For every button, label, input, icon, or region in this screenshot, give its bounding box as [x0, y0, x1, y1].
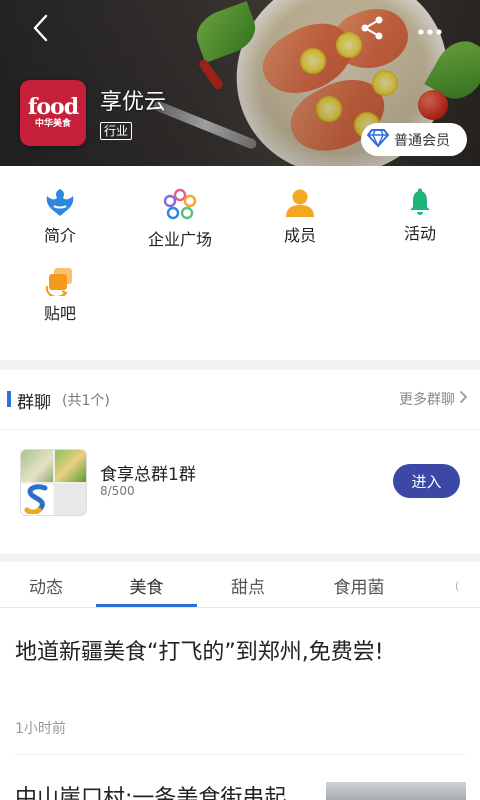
feature-label: 活动	[403, 224, 436, 243]
back-button[interactable]	[20, 12, 60, 48]
forum-icon	[42, 266, 78, 296]
article-title[interactable]: 中山崖口村:一条美食街串起	[15, 780, 286, 800]
section-accent-bar	[7, 391, 11, 407]
group-chat-item[interactable]: 食享总群1群 8/500 进入	[0, 430, 480, 554]
feature-intro[interactable]: 简介	[0, 166, 120, 245]
group-name: 食享总群1群	[100, 465, 196, 485]
feature-forum[interactable]: 贴吧	[0, 244, 120, 323]
member-badge-label: 普通会员	[394, 132, 450, 149]
group-member-count: 8/500	[100, 484, 135, 498]
feature-label: 成员	[283, 226, 316, 245]
org-tag: 行业	[100, 122, 133, 140]
feature-label: 企业广场	[147, 230, 212, 249]
chevron-right-icon	[459, 390, 468, 408]
feature-label: 贴吧	[43, 304, 76, 323]
back-arrow-icon	[32, 14, 48, 46]
feature-label: 简介	[43, 226, 76, 245]
member-icon	[282, 188, 318, 218]
header-banner: food 中华美食 享优云 行业 普通会员	[0, 0, 480, 166]
tab-fungi[interactable]: 食用菌	[300, 562, 418, 607]
more-button[interactable]	[410, 12, 450, 48]
feature-activity[interactable]: 活动	[360, 166, 480, 244]
article-feed: 地道新疆美食“打飞的”到郑州,免费尝! 1小时前 中山崖口村:一条美食街串起	[0, 608, 480, 800]
feature-grid: 简介 企业广场 成员 活动 贴吧	[0, 166, 480, 360]
divider	[15, 754, 465, 755]
group-chat-section: 群聊 (共1个) 更多群聊 食享总群1群 8/500 进入	[0, 370, 480, 554]
intro-icon	[42, 188, 78, 218]
category-tabs: 动态 美食 甜点 食用菌 （	[0, 562, 480, 608]
tab-partial[interactable]: （	[444, 562, 464, 607]
more-dots-icon	[418, 21, 442, 40]
group-chat-title: 群聊	[17, 393, 51, 413]
article-time: 1小时前	[15, 721, 66, 737]
activity-bell-icon	[402, 188, 438, 216]
member-badge[interactable]: 普通会员	[361, 123, 467, 156]
diamond-icon	[367, 128, 389, 152]
article-thumbnail[interactable]	[326, 782, 466, 800]
share-button[interactable]	[352, 12, 392, 48]
org-name: 享优云	[100, 90, 167, 115]
group-chat-count: (共1个)	[62, 393, 110, 409]
tab-dessert[interactable]: 甜点	[198, 562, 298, 607]
more-groups-label: 更多群聊	[399, 392, 455, 408]
tab-dynamics[interactable]: 动态	[0, 562, 92, 607]
article-title[interactable]: 地道新疆美食“打飞的”到郑州,免费尝!	[15, 634, 384, 666]
feature-members[interactable]: 成员	[240, 166, 360, 245]
active-tab-indicator	[96, 604, 197, 607]
more-groups-link[interactable]: 更多群聊	[399, 389, 468, 409]
group-chat-header: 群聊 (共1个) 更多群聊	[0, 370, 480, 430]
enter-group-button[interactable]: 进入	[393, 464, 460, 498]
share-icon	[360, 15, 384, 45]
org-logo: food 中华美食	[20, 80, 86, 146]
feature-plaza[interactable]: 企业广场	[120, 166, 240, 249]
group-avatar	[20, 449, 87, 516]
tab-food[interactable]: 美食	[96, 562, 197, 607]
plaza-icon	[162, 188, 198, 222]
